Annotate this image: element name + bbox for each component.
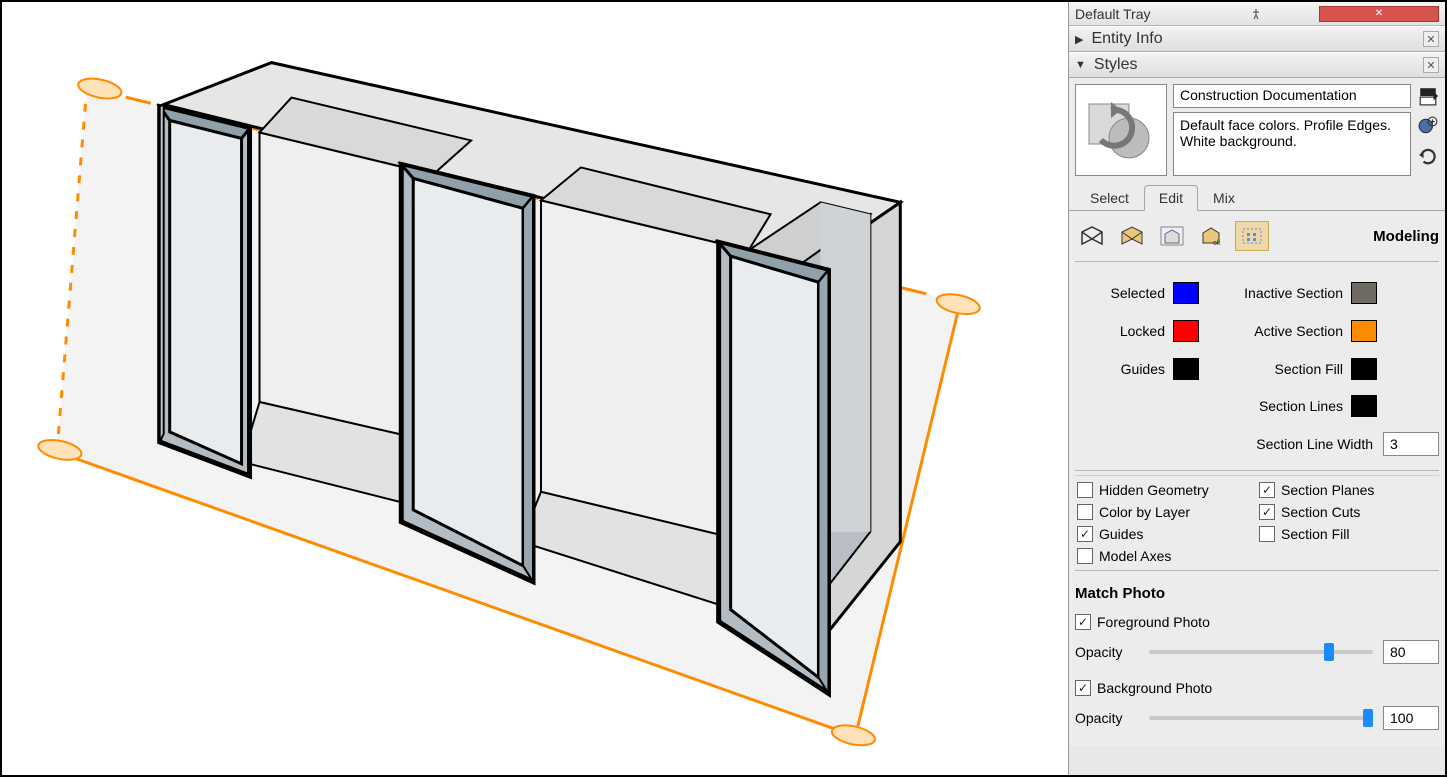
section-fill-checkbox[interactable] (1259, 526, 1275, 542)
tab-mix[interactable]: Mix (1198, 185, 1250, 211)
background-opacity-label: Opacity (1075, 710, 1139, 726)
tab-edit[interactable]: Edit (1144, 185, 1198, 211)
section-fill-color-label: Section Fill (1231, 361, 1351, 377)
active-section-label: Active Section (1231, 323, 1351, 339)
face-settings-icon[interactable] (1115, 221, 1149, 251)
guides-checkbox[interactable]: ✓ (1077, 526, 1093, 542)
foreground-photo-label: Foreground Photo (1097, 614, 1210, 630)
background-opacity-slider[interactable] (1149, 716, 1373, 720)
expand-icon: ▶ (1075, 33, 1083, 46)
tray-panel: Default Tray ✕ ▶ Entity Info ✕ ▼ Styles … (1068, 2, 1445, 775)
foreground-opacity-label: Opacity (1075, 644, 1139, 660)
styles-panel-body: Construction Documentation Default face … (1069, 78, 1445, 746)
section-planes-label: Section Planes (1281, 482, 1374, 498)
guides-color-swatch[interactable] (1173, 358, 1199, 380)
visibility-checkboxes: Hidden Geometry ✓ Section Planes Color by… (1075, 475, 1439, 571)
locked-color-swatch[interactable] (1173, 320, 1199, 342)
styles-tabs: Select Edit Mix (1069, 184, 1445, 211)
color-by-layer-checkbox[interactable] (1077, 504, 1093, 520)
model-axes-label: Model Axes (1099, 548, 1171, 564)
foreground-opacity-slider[interactable] (1149, 650, 1373, 654)
section-cuts-label: Section Cuts (1281, 504, 1360, 520)
inactive-section-label: Inactive Section (1231, 285, 1351, 301)
section-fill-color-swatch[interactable] (1351, 358, 1377, 380)
style-update-icon[interactable] (1418, 146, 1438, 166)
section-fill-checkbox-label: Section Fill (1281, 526, 1349, 542)
background-photo-checkbox[interactable]: ✓ (1075, 680, 1091, 696)
tray-titlebar[interactable]: Default Tray ✕ (1069, 2, 1445, 26)
background-settings-icon[interactable] (1155, 221, 1189, 251)
guides-color-label: Guides (1075, 361, 1173, 377)
style-select-icon[interactable] (1418, 86, 1438, 106)
hidden-geometry-checkbox[interactable] (1077, 482, 1093, 498)
modeling-color-grid: Selected Inactive Section Locked Active … (1075, 266, 1439, 471)
pin-icon[interactable] (1197, 6, 1315, 22)
style-description-input[interactable]: Default face colors. Profile Edges. Whit… (1173, 112, 1411, 176)
edit-subtoolbar: ok Modeling (1075, 215, 1439, 262)
locked-color-label: Locked (1075, 323, 1173, 339)
foreground-opacity-value[interactable]: 80 (1383, 640, 1439, 664)
modeling-settings-icon[interactable] (1235, 221, 1269, 251)
style-thumbnail[interactable] (1075, 84, 1167, 176)
section-line-width-input[interactable] (1383, 432, 1439, 456)
tab-select[interactable]: Select (1075, 185, 1144, 211)
section-lines-color-label: Section Lines (1231, 398, 1351, 414)
active-section-swatch[interactable] (1351, 320, 1377, 342)
section-lines-color-swatch[interactable] (1351, 395, 1377, 417)
foreground-photo-checkbox[interactable]: ✓ (1075, 614, 1091, 630)
hidden-geometry-label: Hidden Geometry (1099, 482, 1209, 498)
model-canvas[interactable] (2, 2, 1068, 775)
collapse-icon: ▼ (1075, 59, 1086, 71)
toolbar-section-label: Modeling (1373, 228, 1439, 245)
background-photo-label: Background Photo (1097, 680, 1212, 696)
color-by-layer-label: Color by Layer (1099, 504, 1190, 520)
panel-entity-info-header[interactable]: ▶ Entity Info ✕ (1069, 26, 1445, 52)
watermark-settings-icon[interactable]: ok (1195, 221, 1229, 251)
inactive-section-swatch[interactable] (1351, 282, 1377, 304)
style-name-input[interactable]: Construction Documentation (1173, 84, 1411, 108)
panel-close-icon[interactable]: ✕ (1423, 31, 1439, 47)
panel-styles-title: Styles (1094, 56, 1423, 74)
tray-title-text: Default Tray (1075, 6, 1193, 22)
model-axes-checkbox[interactable] (1077, 548, 1093, 564)
selected-color-swatch[interactable] (1173, 282, 1199, 304)
section-planes-checkbox[interactable]: ✓ (1259, 482, 1275, 498)
section-cuts-checkbox[interactable]: ✓ (1259, 504, 1275, 520)
svg-text:ok: ok (1213, 240, 1221, 247)
viewport-3d[interactable] (2, 2, 1068, 775)
match-photo-heading: Match Photo (1075, 575, 1439, 608)
background-opacity-value[interactable]: 100 (1383, 706, 1439, 730)
close-icon[interactable]: ✕ (1319, 6, 1439, 22)
selected-color-label: Selected (1075, 285, 1173, 301)
panel-entity-info-title: Entity Info (1091, 30, 1423, 48)
panel-styles-header[interactable]: ▼ Styles ✕ (1069, 52, 1445, 78)
style-new-icon[interactable] (1418, 116, 1438, 136)
section-line-width-label: Section Line Width (1075, 436, 1383, 452)
guides-checkbox-label: Guides (1099, 526, 1143, 542)
edge-settings-icon[interactable] (1075, 221, 1109, 251)
panel-close-icon[interactable]: ✕ (1423, 57, 1439, 73)
